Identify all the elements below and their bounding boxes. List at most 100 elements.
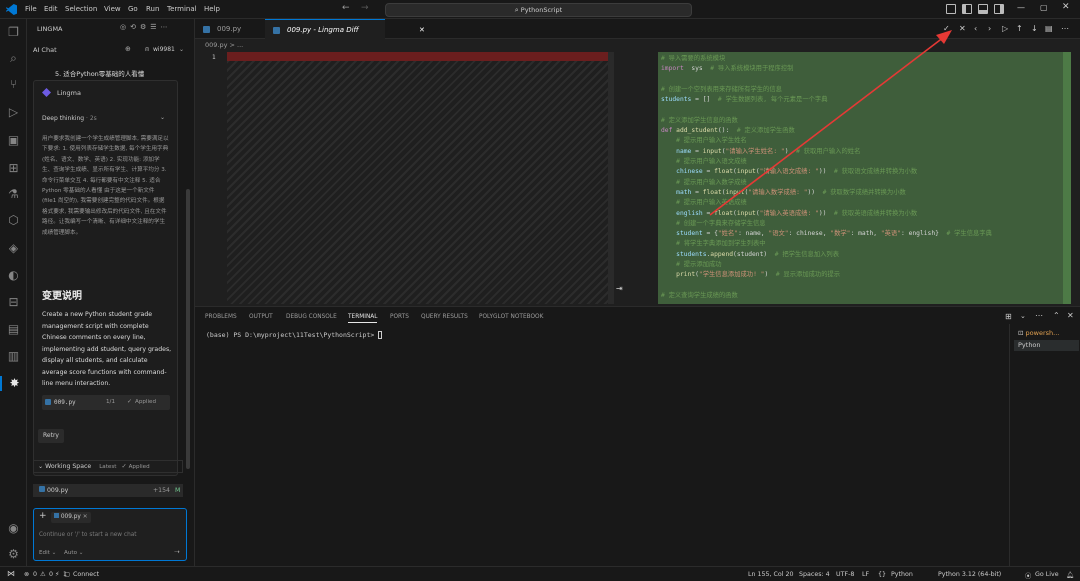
tab-problems[interactable]: PROBLEMS (205, 314, 237, 320)
terminal-chevron-down-icon[interactable]: ⌄ (1020, 312, 1026, 320)
python-icon[interactable]: ◈ (6, 241, 21, 256)
lingma-icon[interactable]: ✸ (0, 376, 27, 391)
deep-thinking-toggle[interactable]: Deep thinking · 2s (42, 115, 97, 122)
line-ending[interactable]: LF (862, 571, 869, 578)
menu-run[interactable]: Run (146, 5, 159, 13)
menu-view[interactable]: View (104, 5, 121, 13)
user-name[interactable]: wi9981 (153, 46, 175, 53)
edge-icon[interactable]: ◐ (6, 268, 21, 283)
explorer-icon[interactable]: ❐ (6, 25, 21, 40)
account-icon[interactable]: ◉ (6, 521, 21, 536)
new-chat-icon[interactable]: ⊕ (125, 45, 131, 53)
remote-icon[interactable]: ▣ (6, 133, 21, 148)
braces-icon[interactable]: {} (878, 571, 886, 578)
menu-file[interactable]: File (25, 5, 37, 13)
tab-output[interactable]: OUTPUT (249, 314, 273, 320)
warning-count[interactable]: 0 (49, 571, 53, 578)
remote-explorer-icon[interactable]: ▤ (6, 322, 21, 337)
connect-label[interactable]: Connect (73, 571, 99, 578)
language-mode[interactable]: Python (891, 571, 913, 578)
next-change-icon[interactable]: › (988, 24, 991, 33)
warning-icon[interactable]: ⚠ (40, 571, 46, 578)
chat-input-placeholder[interactable]: Continue or '/' to start a new chat (39, 532, 137, 538)
go-live[interactable]: Go Live (1035, 571, 1059, 578)
tab-lingma-diff[interactable]: 009.py - Lingma Diff ✕ (265, 19, 425, 39)
move-down-icon[interactable]: ↓ (1031, 24, 1038, 33)
minimize-icon[interactable]: — (1017, 3, 1025, 12)
menu-go[interactable]: Go (128, 5, 138, 13)
command-center-search[interactable]: ⌕ PythonScript (385, 3, 692, 17)
retry-button[interactable]: Retry (38, 429, 64, 443)
context-chip[interactable]: 009.py ✕ (51, 512, 91, 523)
menu-edit[interactable]: Edit (44, 5, 58, 13)
tab-query-results[interactable]: QUERY RESULTS (421, 314, 468, 320)
move-up-icon[interactable]: ↑ (1016, 24, 1023, 33)
latest-label[interactable]: Latest (99, 464, 116, 470)
extensions-icon[interactable]: ⊞ (6, 161, 21, 176)
maximize-panel-icon[interactable]: ⌃ (1053, 311, 1060, 320)
add-context-icon[interactable]: + (39, 511, 47, 521)
tab-009-py[interactable]: 009.py (195, 19, 265, 39)
source-control-icon[interactable]: ⑂ (6, 77, 21, 92)
user-icon[interactable]: ⍝ (145, 45, 149, 54)
revert-arrow-icon[interactable]: ⇥ (616, 284, 623, 293)
run-file-icon[interactable]: ▷ (1002, 24, 1008, 33)
database-icon[interactable]: ⬡ (6, 213, 21, 228)
menu-selection[interactable]: Selection (65, 5, 97, 13)
side-header-icons[interactable]: ◎⟲⚙☰⋯ (120, 23, 172, 31)
error-icon[interactable]: ⊗ (24, 571, 29, 578)
edit-mode-dropdown[interactable]: Edit ⌄ (39, 550, 56, 556)
terminal-item-powershell[interactable]: ⊡ powersh... (1018, 329, 1059, 337)
terminal-prompt-line[interactable]: (base) PS D:\myproject\11Test\PythonScri… (206, 331, 383, 339)
close-window-icon[interactable]: ✕ (1062, 2, 1070, 12)
remote-indicator-icon[interactable]: ⋈ (7, 569, 15, 578)
indentation[interactable]: Spaces: 4 (799, 571, 830, 578)
go-live-icon[interactable]: ⦿ (1025, 571, 1031, 580)
model-dropdown[interactable]: Auto ⌄ (64, 550, 83, 556)
nav-forward-icon[interactable]: → (361, 3, 369, 13)
menu-help[interactable]: Help (204, 5, 220, 13)
notebook-icon[interactable]: ▥ (6, 349, 21, 364)
reject-x-icon[interactable]: ✕ (959, 24, 966, 33)
tab-debug-console[interactable]: DEBUG CONSOLE (286, 314, 337, 320)
toggle-primary-sidebar-icon[interactable] (962, 4, 972, 14)
working-space-header[interactable]: ⌄ Working Space Latest ✓ Applied (33, 460, 183, 473)
more-icon[interactable]: ⋯ (1035, 311, 1043, 320)
more-actions-icon[interactable]: ⋯ (1061, 24, 1069, 33)
menu-terminal[interactable]: Terminal (167, 5, 197, 13)
run-debug-icon[interactable]: ▷ (6, 105, 21, 120)
chat-input-box[interactable]: + 009.py ✕ Continue or '/' to start a ne… (33, 508, 187, 561)
tab-polyglot-notebook[interactable]: POLYGLOT NOTEBOOK (479, 314, 543, 320)
working-space-file-row[interactable]: 009.py +154 M (33, 484, 183, 497)
python-interpreter[interactable]: Python 3.12 (64-bit) (938, 571, 1001, 578)
chip-close-icon[interactable]: ✕ (83, 514, 88, 520)
ports-icon[interactable]: ⚡ (55, 571, 59, 578)
chevron-down-icon[interactable]: ⌄ (160, 114, 165, 121)
send-icon[interactable]: ➝ (174, 548, 180, 556)
search-icon[interactable]: ⌕ (6, 51, 21, 66)
maximize-icon[interactable]: ▢ (1040, 3, 1048, 12)
close-panel-icon[interactable]: ✕ (1067, 311, 1074, 320)
toggle-panel-icon[interactable] (978, 4, 988, 14)
testing-icon[interactable]: ⚗ (6, 187, 21, 202)
close-tab-icon[interactable]: ✕ (419, 20, 425, 40)
container-icon[interactable]: ⊟ (6, 295, 21, 310)
split-editor-icon[interactable]: ▤ (1045, 24, 1053, 33)
previous-change-icon[interactable]: ‹ (974, 24, 977, 33)
tab-terminal[interactable]: TERMINAL (348, 314, 378, 323)
tab-ports[interactable]: PORTS (390, 314, 409, 320)
connect-icon[interactable]: ▢ (64, 571, 70, 578)
cursor-position[interactable]: Ln 155, Col 20 (748, 571, 794, 578)
side-scrollbar[interactable] (186, 189, 190, 469)
new-terminal-icon[interactable]: ⊞ (1005, 312, 1012, 321)
notifications-bell-icon[interactable]: 🔔︎ (1066, 571, 1074, 579)
settings-gear-icon[interactable]: ⚙ (6, 547, 21, 562)
nav-back-icon[interactable]: ← (342, 3, 350, 13)
encoding[interactable]: UTF-8 (836, 571, 854, 578)
error-count[interactable]: 0 (33, 571, 37, 578)
customize-layout-icon[interactable] (946, 4, 956, 14)
toggle-secondary-sidebar-icon[interactable] (994, 4, 1004, 14)
ai-chat-label[interactable]: AI Chat (33, 46, 57, 54)
terminal-item-python[interactable]: Python (1014, 340, 1079, 351)
file-change-row[interactable]: 009.py 1/1 ✓ Applied (42, 395, 170, 410)
